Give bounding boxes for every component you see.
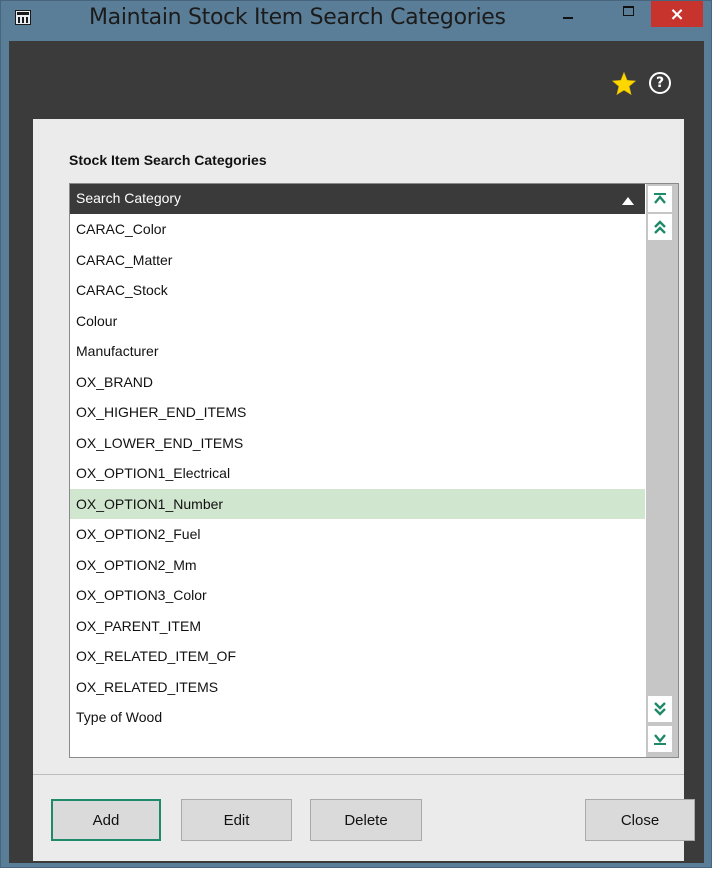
column-header-label: Search Category [76,190,182,206]
divider [33,774,684,775]
scroll-to-bottom-button[interactable] [648,726,672,752]
close-icon: × [669,3,685,25]
content-area: Stock Item Search Categories Search Cate… [9,119,704,863]
scroll-bottom-icon [654,734,666,745]
title-bar[interactable]: Maintain Stock Item Search Categories × [1,1,711,33]
delete-button[interactable]: Delete [310,799,422,841]
search-category-grid[interactable]: Search Category CARAC_Color CARAC_Matter C… [69,183,679,758]
table-row[interactable]: OX_OPTION1_Electrical [70,458,645,489]
close-window-button[interactable]: × [651,1,703,27]
table-row[interactable]: CARAC_Stock [70,275,645,306]
table-row[interactable]: OX_OPTION2_Fuel [70,519,645,550]
table-row[interactable]: OX_OPTION2_Mm [70,550,645,581]
table-row[interactable]: OX_OPTION3_Color [70,580,645,611]
scroll-to-top-button[interactable] [648,186,672,212]
grid-rows: CARAC_Color CARAC_Matter CARAC_Stock Colour… [70,214,645,733]
maximize-button[interactable] [613,1,643,29]
main-panel: Stock Item Search Categories Search Cate… [33,119,684,861]
close-button[interactable]: Close [585,799,695,841]
table-row[interactable]: Manufacturer [70,336,645,367]
table-row[interactable]: CARAC_Color [70,214,645,245]
sort-ascending-icon[interactable] [622,197,634,205]
minimize-icon [563,17,573,19]
double-chevron-down-icon [654,702,666,716]
maximize-icon [622,6,634,16]
toolbar: ? [9,41,704,119]
window-title: Maintain Stock Item Search Categories [89,5,506,30]
table-row[interactable]: OX_OPTION1_Number [70,488,645,519]
star-icon[interactable] [611,71,637,97]
edit-button[interactable]: Edit [181,799,292,841]
help-glyph: ? [655,75,665,91]
table-row[interactable]: OX_BRAND [70,367,645,398]
page-up-button[interactable] [648,214,672,240]
table-row[interactable]: OX_LOWER_END_ITEMS [70,428,645,459]
app-icon[interactable] [15,10,31,25]
table-row[interactable]: Colour [70,306,645,337]
page-down-button[interactable] [648,696,672,722]
table-row[interactable]: OX_PARENT_ITEM [70,611,645,642]
column-header-search-category[interactable]: Search Category [70,184,645,214]
minimize-button[interactable] [553,1,583,29]
scroll-top-icon [654,193,666,204]
table-row[interactable]: OX_RELATED_ITEM_OF [70,641,645,672]
table-row[interactable]: Type of Wood [70,702,645,733]
table-row[interactable]: OX_HIGHER_END_ITEMS [70,397,645,428]
add-button[interactable]: Add [51,799,161,841]
vertical-scrollbar[interactable] [646,184,678,757]
section-title: Stock Item Search Categories [69,152,267,168]
help-icon[interactable]: ? [649,72,671,94]
table-row[interactable]: CARAC_Matter [70,245,645,276]
table-row[interactable]: OX_RELATED_ITEMS [70,672,645,703]
double-chevron-up-icon [654,220,666,234]
window: Maintain Stock Item Search Categories × … [0,0,712,868]
